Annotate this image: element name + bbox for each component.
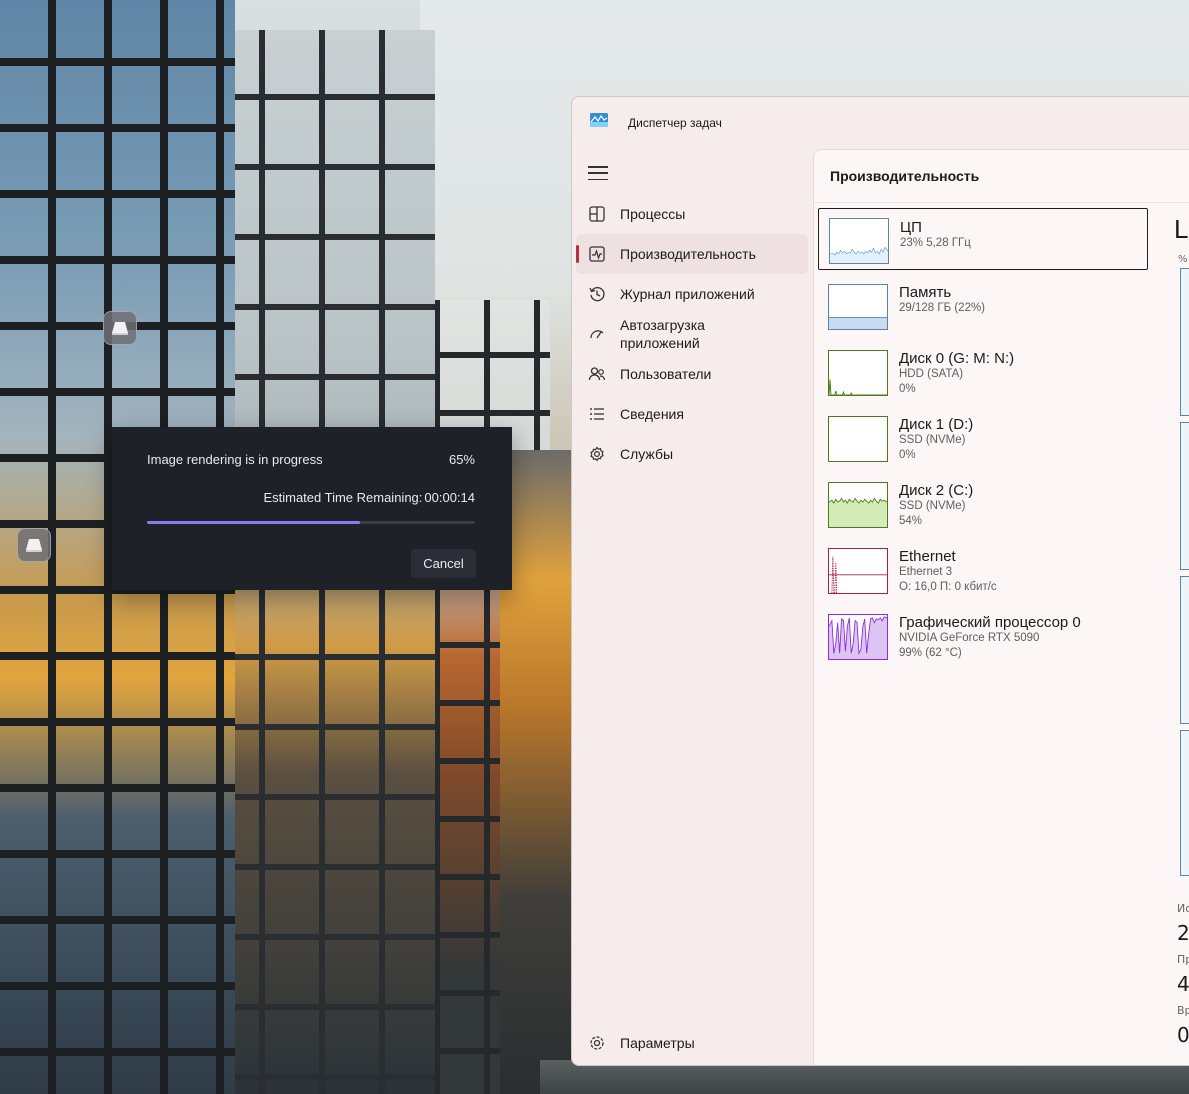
resource-detail: 23% 5,28 ГГц: [900, 237, 971, 249]
gpu-model: NVIDIA GeForce RTX 5090: [899, 632, 1040, 644]
disk-1-mini-graph: [828, 416, 888, 462]
adapter-name: Ethernet 3: [899, 566, 953, 578]
resource-name: Графический процессор 0: [899, 614, 1081, 631]
sidebar-item-users[interactable]: Пользователи: [576, 354, 808, 394]
sidebar-item-startup-apps[interactable]: Автозагрузка приложений: [576, 314, 808, 354]
resource-type: SSD (NVMe): [899, 434, 966, 446]
render-progress-dialog: Image rendering is in progress 65% Estim…: [112, 427, 512, 590]
resource-item-disk-0[interactable]: Диск 0 (G: M: N:) HDD (SATA) 0%: [818, 340, 1148, 406]
sidebar-item-label: Пользователи: [620, 366, 712, 382]
gear-icon: [590, 1036, 604, 1050]
render-status-text: Image rendering is in progress: [147, 452, 323, 467]
render-progress-fill: [147, 521, 361, 524]
stat-value-fragment: 4: [1177, 972, 1189, 996]
render-percent: 65%: [448, 452, 475, 467]
sidebar-item-app-history[interactable]: Журнал приложений: [576, 274, 808, 314]
stat-label-fragment: Ис: [1177, 902, 1189, 915]
sidebar-item-label: Журнал приложений: [620, 286, 755, 302]
window-title: Диспетчер задач: [628, 116, 722, 130]
resource-name: Диск 1 (D:): [899, 416, 974, 433]
axis-label-fragment: %: [1178, 254, 1188, 265]
light-marker-icon[interactable]: [17, 528, 51, 562]
resource-usage: 0%: [899, 383, 916, 395]
sidebar-item-label: Службы: [620, 446, 674, 462]
settings-label: Параметры: [620, 1035, 695, 1051]
title-bar[interactable]: Диспетчер задач: [572, 97, 1189, 145]
memory-mini-graph: [828, 284, 888, 330]
gpu-mini-graph: [828, 614, 888, 660]
resource-item-cpu[interactable]: ЦП 23% 5,28 ГГц: [818, 208, 1148, 270]
task-manager-app-icon: [590, 113, 608, 127]
detail-graph-fragment: [1180, 268, 1189, 416]
performance-icon: [589, 246, 605, 262]
ethernet-mini-graph: [828, 548, 888, 594]
eta-value: 00:00:14: [424, 490, 475, 505]
light-marker-icon[interactable]: [103, 311, 137, 345]
services-icon: [590, 446, 604, 462]
detail-graph-fragment: [1180, 730, 1189, 876]
resource-name: ЦП: [900, 219, 922, 236]
resource-item-ethernet[interactable]: Ethernet Ethernet 3 О: 16,0 П: 0 кбит/с: [818, 538, 1148, 604]
eta-readout: Estimated Time Remaining: 00:00:14: [263, 490, 475, 505]
sidebar-nav: Процессы Производительность Журнал прило…: [576, 194, 808, 474]
app-history-icon: [589, 287, 605, 302]
sidebar-item-label: Процессы: [620, 206, 686, 222]
resource-name: Память: [899, 284, 952, 301]
resource-detail: 29/128 ГБ (22%): [899, 302, 986, 314]
sidebar-item-performance[interactable]: Производительность: [576, 234, 808, 274]
details-icon: [590, 408, 604, 420]
resource-item-disk-2[interactable]: Диск 2 (C:) SSD (NVMe) 54%: [818, 472, 1148, 538]
stat-value-fragment: 0: [1177, 1023, 1189, 1047]
resource-item-memory[interactable]: Память 29/128 ГБ (22%): [818, 274, 1148, 340]
sidebar-item-settings[interactable]: Параметры: [576, 1023, 808, 1063]
resource-item-disk-1[interactable]: Диск 1 (D:) SSD (NVMe) 0%: [818, 406, 1148, 472]
detail-heading-fragment: L: [1174, 214, 1189, 244]
performance-panel: Производительность ЦП 23% 5,28 ГГц Памят…: [813, 149, 1189, 1065]
render-progress-bar: [147, 521, 475, 524]
stat-label-fragment: Пр: [1177, 953, 1189, 966]
hamburger-menu-icon[interactable]: [586, 163, 610, 183]
detail-graph-fragment: [1180, 422, 1189, 570]
sidebar-item-details[interactable]: Сведения: [576, 394, 808, 434]
disk-2-mini-graph: [828, 482, 888, 528]
page-title: Производительность: [830, 168, 980, 184]
resource-name: Диск 0 (G: M: N:): [899, 350, 1015, 367]
processes-icon: [589, 206, 605, 222]
disk-0-mini-graph: [828, 350, 888, 396]
eta-label: Estimated Time Remaining:: [263, 490, 423, 505]
task-manager-window: Диспетчер задач Процессы Производительно…: [571, 96, 1189, 1066]
sidebar-item-processes[interactable]: Процессы: [576, 194, 808, 234]
stat-value-fragment: 2: [1177, 921, 1189, 945]
detail-graph-fragment: [1180, 576, 1189, 724]
sidebar-item-label: Производительность: [620, 246, 756, 262]
gpu-usage: 99% (62 °C): [899, 647, 962, 659]
sidebar-item-label: Сведения: [620, 406, 684, 422]
users-icon: [588, 367, 606, 381]
header-divider: [814, 202, 1189, 203]
resource-usage: 0%: [899, 449, 916, 461]
resource-name: Ethernet: [899, 548, 956, 565]
resource-list: ЦП 23% 5,28 ГГц Память 29/128 ГБ (22%) Д…: [818, 208, 1148, 670]
resource-usage: 54%: [899, 515, 923, 527]
cpu-mini-graph: [829, 218, 889, 264]
stat-label-fragment: Вр: [1177, 1004, 1189, 1017]
sidebar-item-label: Автозагрузка приложений: [620, 317, 705, 351]
startup-apps-icon: [590, 330, 604, 339]
resource-item-gpu[interactable]: Графический процессор 0 NVIDIA GeForce R…: [818, 604, 1148, 670]
resource-type: HDD (SATA): [899, 368, 964, 380]
resource-name: Диск 2 (C:): [899, 482, 974, 499]
cancel-button[interactable]: Cancel: [411, 549, 476, 578]
sidebar-item-services[interactable]: Службы: [576, 434, 808, 474]
throughput: О: 16,0 П: 0 кбит/с: [899, 581, 997, 593]
resource-type: SSD (NVMe): [899, 500, 966, 512]
